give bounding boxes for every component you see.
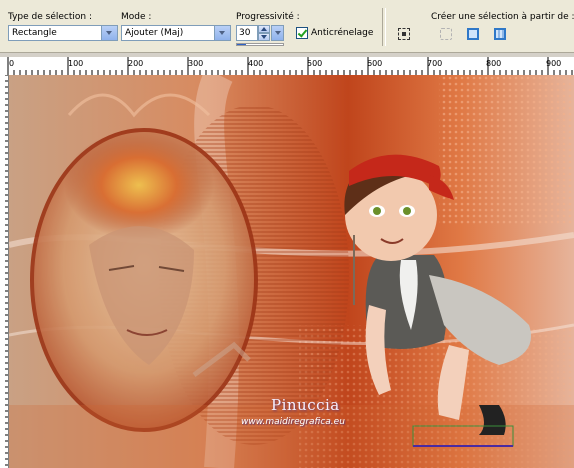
vertical-ruler [0,75,9,468]
watermark-url: www.maidiregrafica.eu [241,417,345,427]
mode-dropdown[interactable]: Ajouter (Maj) [121,25,231,41]
feather-label: Progressivité : [236,12,300,22]
from-image-button[interactable] [464,25,482,43]
from-layer-button[interactable] [437,25,455,43]
watermark-title: Pinuccia [271,396,340,414]
ruler-tick-label: 300 [188,59,203,68]
ruler-tick-label: 700 [427,59,442,68]
antialias-checkbox[interactable] [296,27,308,39]
ruler-tick-label: 500 [307,59,322,68]
select-none-button[interactable] [395,25,413,43]
spin-down-icon[interactable] [258,33,270,41]
feather-input[interactable]: 30 [236,25,258,41]
ruler-tick-label: 0 [9,59,14,68]
feather-slider-fill [237,44,247,45]
ruler-ticks: 0 100 200 300 400 500 600 700 800 900 [7,57,573,75]
feather-value: 30 [239,28,251,38]
ruler-tick-label: 600 [367,59,382,68]
ruler-tick-label: 100 [68,59,83,68]
ruler-tick-label: 400 [248,59,263,68]
feather-slider[interactable] [236,43,284,46]
image-canvas[interactable]: Pinuccia www.maidiregrafica.eu [9,75,574,468]
selection-type-value: Rectangle [12,28,57,38]
create-from-label: Créer une sélection à partir de : [431,12,574,22]
selection-type-dropdown[interactable]: Rectangle [8,25,118,41]
from-mask-icon [494,28,506,40]
mode-label: Mode : [121,12,152,22]
ruler-tick-label: 800 [486,59,501,68]
horizontal-ruler: 0 100 200 300 400 500 600 700 800 900 [0,57,574,76]
from-layer-icon [440,28,452,40]
from-mask-button[interactable] [491,25,509,43]
feather-dropdown-button[interactable] [271,25,284,41]
ruler-tick-label: 900 [546,59,561,68]
select-none-icon [398,28,410,40]
chevron-down-icon[interactable] [214,26,230,40]
toolbar-separator [382,8,386,46]
from-image-icon [467,28,479,40]
canvas-area[interactable]: Pinuccia www.maidiregrafica.eu [0,75,574,468]
ruler-tick-label: 200 [128,59,143,68]
chevron-down-icon[interactable] [101,26,117,40]
antialias-label: Anticrénelage [311,28,374,38]
selection-type-label: Type de sélection : [8,12,92,22]
mode-value: Ajouter (Maj) [125,28,184,38]
spin-up-icon[interactable] [258,25,270,33]
tool-options-toolbar: Type de sélection : Rectangle Mode : Ajo… [0,0,574,53]
